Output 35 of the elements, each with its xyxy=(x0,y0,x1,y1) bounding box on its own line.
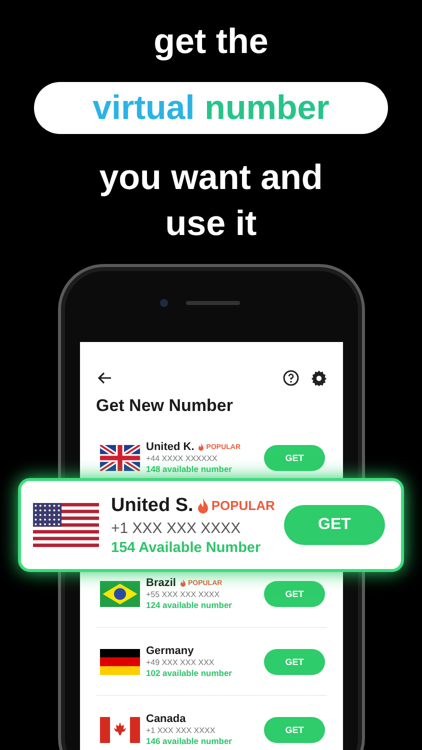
settings-icon[interactable] xyxy=(311,370,327,386)
popular-tag: POPULAR xyxy=(211,498,275,513)
highlight-word: number xyxy=(204,88,330,128)
get-button[interactable]: GET xyxy=(284,505,385,545)
headline-text: use it xyxy=(165,204,257,244)
help-icon[interactable] xyxy=(283,370,299,386)
camera-icon xyxy=(160,299,168,307)
availability-text: 148 available number xyxy=(146,464,233,474)
availability-text: 124 available number xyxy=(146,600,233,610)
phone-number: +44 XXXX XXXXXX xyxy=(146,454,218,463)
phone-number: +1 XXX XXX XXXX xyxy=(146,726,216,735)
back-arrow-icon[interactable] xyxy=(98,372,112,384)
phone-number: +49 XXX XXX XXX xyxy=(146,658,216,667)
country-name: Canada xyxy=(146,713,186,725)
country-name: United S. xyxy=(111,494,194,516)
headline-text: get the xyxy=(154,22,268,62)
phone-number: +55 XXX XXX XXXX xyxy=(146,590,221,599)
flame-icon xyxy=(198,443,204,451)
get-button[interactable]: GET xyxy=(264,716,325,742)
country-name: Brazil xyxy=(146,577,176,589)
flame-icon xyxy=(180,579,186,587)
availability-text: 146 available number xyxy=(146,736,233,746)
highlight-word: virtual xyxy=(92,88,195,128)
screen-title: Get New Number xyxy=(96,396,234,416)
get-button[interactable]: GET xyxy=(264,648,325,674)
flame-icon xyxy=(197,498,210,514)
get-button[interactable]: GET xyxy=(264,444,325,470)
country-name: United K. xyxy=(146,441,194,453)
speaker-grille xyxy=(186,301,240,305)
get-button[interactable]: GET xyxy=(264,580,325,606)
phone-number: +1 XXX XXX XXXX xyxy=(111,520,242,536)
availability-text: 154 Available Number xyxy=(111,540,262,556)
country-name: Germany xyxy=(146,645,194,657)
availability-text: 102 available number xyxy=(146,668,233,678)
headline-text: you want and xyxy=(99,158,323,198)
